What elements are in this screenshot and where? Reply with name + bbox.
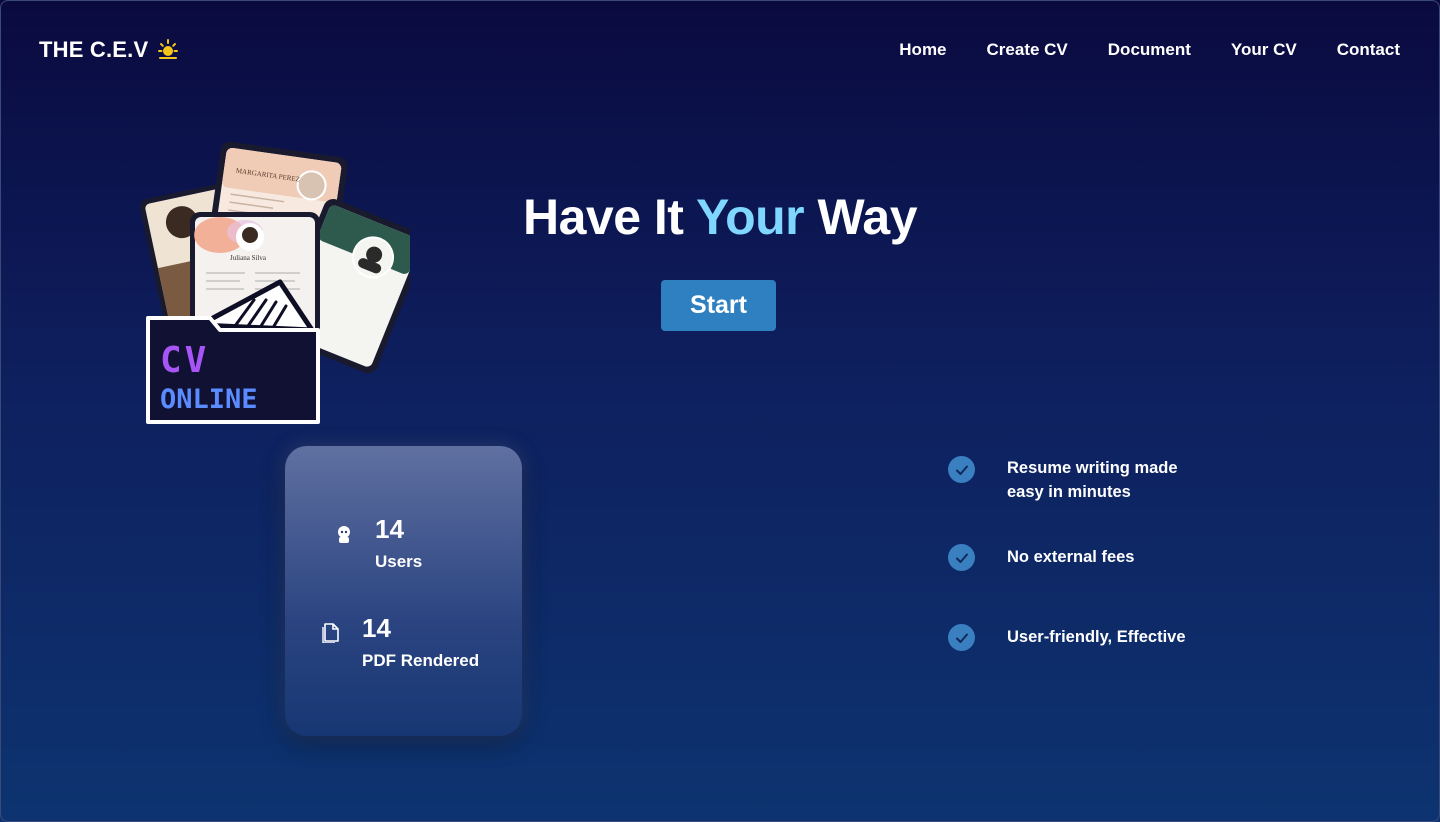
user-icon	[338, 526, 350, 543]
check-circle-icon	[948, 544, 975, 571]
brand-name: THE C.E.V	[39, 37, 149, 62]
navbar: THE C.E.V Home Create CV Document Your C…	[0, 0, 1440, 100]
check-circle-icon	[948, 624, 975, 651]
cv-online-illustration: MARGARITA PEREZ Juliana Silva CV ONLINE	[140, 141, 410, 424]
brand-logo[interactable]: THE C.E.V	[39, 37, 180, 63]
stat-users: 14 Users	[333, 514, 422, 572]
stats-card: 14 Users 14 PDF Rendered	[285, 446, 522, 736]
stat-pdf: 14 PDF Rendered	[320, 613, 479, 671]
nav-item-create-cv[interactable]: Create CV	[987, 40, 1068, 60]
stat-pdf-value: 14	[362, 613, 391, 643]
headline-accent: Your	[695, 189, 805, 245]
headline-part2: Way	[817, 189, 918, 245]
feature-text: User-friendly, Effective	[1007, 628, 1186, 646]
feature-item: User-friendly, Effective	[948, 624, 1248, 651]
stat-users-label: Users	[375, 552, 423, 571]
headline-part1: Have It	[522, 189, 684, 245]
feature-item: Resume writing made easy in minutes	[948, 456, 1248, 504]
feature-text: No external fees	[1007, 548, 1135, 566]
stat-users-value: 14	[375, 514, 404, 544]
nav-item-document[interactable]: Document	[1108, 40, 1191, 60]
resume-name-front: Juliana Silva	[230, 254, 267, 262]
nav-item-contact[interactable]: Contact	[1337, 40, 1400, 60]
feature-item: No external fees	[948, 544, 1248, 571]
nav-links: Home Create CV Document Your CV Contact	[899, 40, 1400, 60]
start-button[interactable]: Start	[661, 280, 776, 331]
document-icon	[322, 623, 339, 643]
check-circle-icon	[948, 456, 975, 483]
nav-item-your-cv[interactable]: Your CV	[1231, 40, 1297, 60]
stat-pdf-label: PDF Rendered	[362, 651, 480, 670]
feature-text: Resume writing made easy in minutes	[1007, 459, 1178, 501]
nav-item-home[interactable]: Home	[899, 40, 946, 60]
sun-icon	[158, 39, 179, 59]
folder-online-text: ONLINE	[160, 384, 258, 415]
folder-cv-text: CV	[160, 340, 209, 381]
